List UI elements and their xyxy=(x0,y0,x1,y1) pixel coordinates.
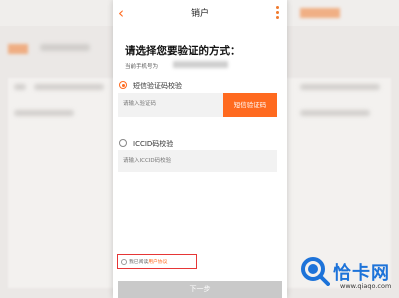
background-blur-text xyxy=(14,110,74,116)
sms-code-input[interactable]: 请输入验证码 xyxy=(118,93,224,117)
agreement-highlight-box: 我已阅读用户协议 xyxy=(117,254,197,269)
watermark-url: www.qiaqo.com xyxy=(340,282,392,290)
verify-heading: 请选择您要验证的方式： xyxy=(125,45,241,57)
background-blur-text xyxy=(300,110,370,116)
radio-sms[interactable] xyxy=(119,81,127,89)
next-step-button[interactable]: 下一步 xyxy=(118,281,282,298)
masked-phone-number xyxy=(173,61,228,68)
send-sms-code-button[interactable]: 短信验证码 xyxy=(223,93,277,117)
watermark: 恰卡网 www.qiaqo.com xyxy=(300,256,396,294)
background-blur-text xyxy=(34,84,104,90)
option-sms-label: 短信验证码校验 xyxy=(133,82,182,90)
agreement-checkbox[interactable] xyxy=(121,259,127,265)
top-bar: ‹ 销户 xyxy=(113,0,287,28)
user-agreement-link[interactable]: 用户协议 xyxy=(148,260,167,265)
background-blur-accent xyxy=(8,44,28,54)
background-blur-text xyxy=(40,44,90,51)
more-menu-icon[interactable] xyxy=(276,6,279,21)
agreement-prefix: 我已阅读 xyxy=(129,260,149,265)
background-blur-text xyxy=(300,84,380,90)
iccid-input[interactable]: 请输入ICCID码校验 xyxy=(118,150,277,172)
radio-iccid[interactable] xyxy=(119,139,127,147)
background-blur-text xyxy=(14,84,26,90)
phone-label: 当前手机号为 xyxy=(125,64,159,70)
magnifier-logo-icon xyxy=(301,257,330,286)
option-iccid-label: ICCID码校验 xyxy=(133,140,174,148)
background-blur-accent xyxy=(300,8,340,18)
agreement-text: 我已阅读用户协议 xyxy=(129,258,167,265)
page-title: 销户 xyxy=(190,9,209,19)
